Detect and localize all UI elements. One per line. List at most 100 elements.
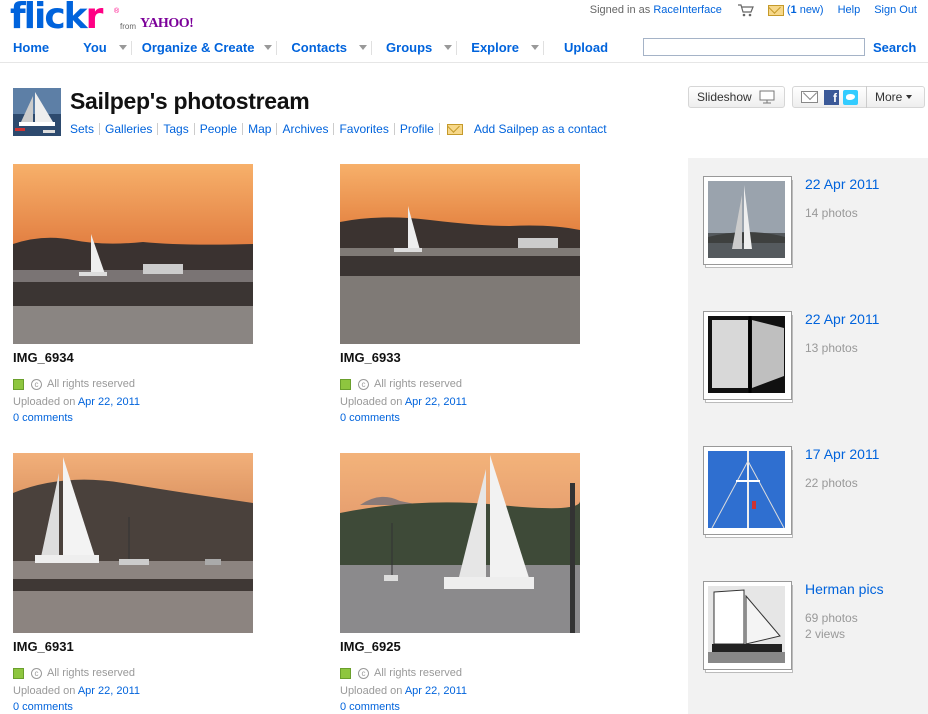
set-thumbnail[interactable] — [703, 311, 793, 403]
photo-uploaded: Uploaded on Apr 22, 2011 — [13, 685, 141, 697]
chevron-down-icon — [906, 95, 913, 99]
photo-title[interactable]: IMG_6931 — [13, 639, 74, 654]
sub-nav-map[interactable]: Map — [248, 122, 271, 136]
copyright-icon: c — [31, 667, 42, 679]
photo-item: IMG_6931 c All rights reserved Uploaded o… — [13, 453, 253, 713]
signed-in-prefix: Signed in as — [589, 4, 651, 16]
copyright-icon: c — [31, 378, 42, 390]
sub-nav-profile[interactable]: Profile — [400, 122, 434, 136]
set-view-count: 2 views — [805, 627, 846, 641]
photo-thumbnail[interactable] — [13, 453, 253, 633]
sub-nav-favorites[interactable]: Favorites — [339, 122, 388, 136]
chevron-down-icon[interactable] — [444, 45, 453, 50]
username-link[interactable]: RaceInterface — [653, 4, 721, 16]
help-link[interactable]: Help — [838, 4, 861, 16]
chevron-down-icon[interactable] — [530, 45, 539, 50]
chevron-down-icon[interactable] — [264, 45, 273, 50]
upload-date-link[interactable]: Apr 22, 2011 — [405, 685, 467, 697]
comments-link[interactable]: 0 comments — [13, 412, 73, 424]
twitter-icon[interactable] — [843, 89, 858, 105]
sub-nav-archives[interactable]: Archives — [282, 122, 328, 136]
nav-divider — [276, 40, 278, 55]
photo-title[interactable]: IMG_6933 — [340, 350, 401, 365]
sub-nav-people[interactable]: People — [200, 122, 237, 136]
nav-you[interactable]: You — [83, 40, 107, 55]
photo-uploaded: Uploaded on Apr 22, 2011 — [340, 396, 468, 408]
profile-sub-nav: Sets Galleries Tags People Map Archives … — [70, 122, 607, 136]
sets-sidebar: 22 Apr 2011 14 photos 22 Apr 2011 13 pho… — [688, 158, 928, 714]
nav-contacts[interactable]: Contacts — [291, 40, 347, 55]
set-title[interactable]: 22 Apr 2011 — [805, 176, 879, 192]
search-input[interactable] — [643, 38, 865, 56]
set-title[interactable]: Herman pics — [805, 581, 884, 597]
set-title[interactable]: 22 Apr 2011 — [805, 311, 879, 327]
upload-date-link[interactable]: Apr 22, 2011 — [405, 396, 467, 408]
comments-link[interactable]: 0 comments — [340, 701, 400, 713]
set-thumbnail[interactable] — [703, 446, 793, 538]
set-title[interactable]: 17 Apr 2011 — [805, 446, 879, 462]
set-thumbnail[interactable] — [703, 581, 793, 673]
comments-link[interactable]: 0 comments — [340, 412, 400, 424]
photo-uploaded: Uploaded on Apr 22, 2011 — [13, 396, 141, 408]
logo-from-text: from — [120, 22, 136, 31]
photo-thumbnail[interactable] — [340, 164, 580, 344]
logo-wordmark: flickr — [10, 0, 103, 37]
slideshow-button[interactable]: Slideshow — [688, 86, 785, 108]
photo-title[interactable]: IMG_6934 — [13, 350, 74, 365]
logo-registered-mark: ® — [114, 8, 120, 15]
comments-link[interactable]: 0 comments — [13, 701, 73, 713]
nav-divider — [542, 40, 544, 55]
photo-thumbnail[interactable] — [340, 453, 580, 633]
mail-count-link[interactable]: (1 new) — [787, 4, 824, 16]
sub-nav-divider — [438, 123, 440, 135]
nav-organize-create[interactable]: Organize & Create — [142, 40, 255, 55]
avatar[interactable] — [13, 88, 61, 136]
main-nav: Home You Organize & Create Contacts Grou… — [13, 40, 608, 55]
photo-thumbnail[interactable] — [13, 164, 253, 344]
photo-title[interactable]: IMG_6925 — [340, 639, 401, 654]
set-photo-count: 14 photos — [805, 206, 858, 220]
nav-groups[interactable]: Groups — [386, 40, 432, 55]
chevron-down-icon[interactable] — [359, 45, 368, 50]
nav-divider — [371, 40, 373, 55]
sub-nav-sets[interactable]: Sets — [70, 122, 94, 136]
search-button[interactable]: Search — [873, 40, 916, 55]
public-icon — [340, 667, 351, 679]
nav-divider — [456, 40, 458, 55]
sub-nav-tags[interactable]: Tags — [163, 122, 188, 136]
logo-yahoo-text: YAHOO! — [140, 16, 194, 31]
photo-rights: c All rights reserved — [340, 378, 462, 390]
facebook-icon[interactable]: f — [824, 89, 839, 105]
nav-home[interactable]: Home — [13, 40, 49, 55]
upload-date-link[interactable]: Apr 22, 2011 — [78, 396, 140, 408]
upload-date-link[interactable]: Apr 22, 2011 — [78, 685, 140, 697]
set-thumbnail[interactable] — [703, 176, 793, 268]
nav-explore[interactable]: Explore — [471, 40, 519, 55]
chevron-down-icon[interactable] — [118, 45, 127, 50]
more-button[interactable]: More — [866, 86, 913, 108]
mail-icon[interactable] — [446, 123, 463, 135]
sub-nav-divider — [242, 123, 244, 135]
photo-rights: c All rights reserved — [340, 667, 462, 679]
set-photo-count: 13 photos — [805, 341, 858, 355]
nav-divider — [130, 40, 132, 55]
set-photo-count: 22 photos — [805, 476, 858, 490]
sign-out-link[interactable]: Sign Out — [874, 4, 917, 16]
add-contact-link[interactable]: Add Sailpep as a contact — [474, 122, 607, 136]
mail-icon[interactable] — [767, 4, 784, 16]
nav-upload[interactable]: Upload — [564, 40, 608, 55]
photo-item: IMG_6925 c All rights reserved Uploaded o… — [340, 453, 580, 713]
sub-nav-divider — [276, 123, 278, 135]
photo-rights: c All rights reserved — [13, 667, 135, 679]
email-share-icon[interactable] — [801, 91, 818, 103]
page-title: Sailpep's photostream — [70, 88, 310, 114]
public-icon — [340, 378, 351, 390]
copyright-icon: c — [358, 378, 369, 390]
cart-icon[interactable] — [737, 4, 754, 17]
photo-rights: c All rights reserved — [13, 378, 135, 390]
public-icon — [13, 378, 24, 390]
sub-nav-divider — [193, 123, 195, 135]
sub-nav-galleries[interactable]: Galleries — [105, 122, 152, 136]
photo-item: IMG_6934 c All rights reserved Uploaded o… — [13, 164, 253, 424]
slideshow-icon — [759, 90, 775, 104]
